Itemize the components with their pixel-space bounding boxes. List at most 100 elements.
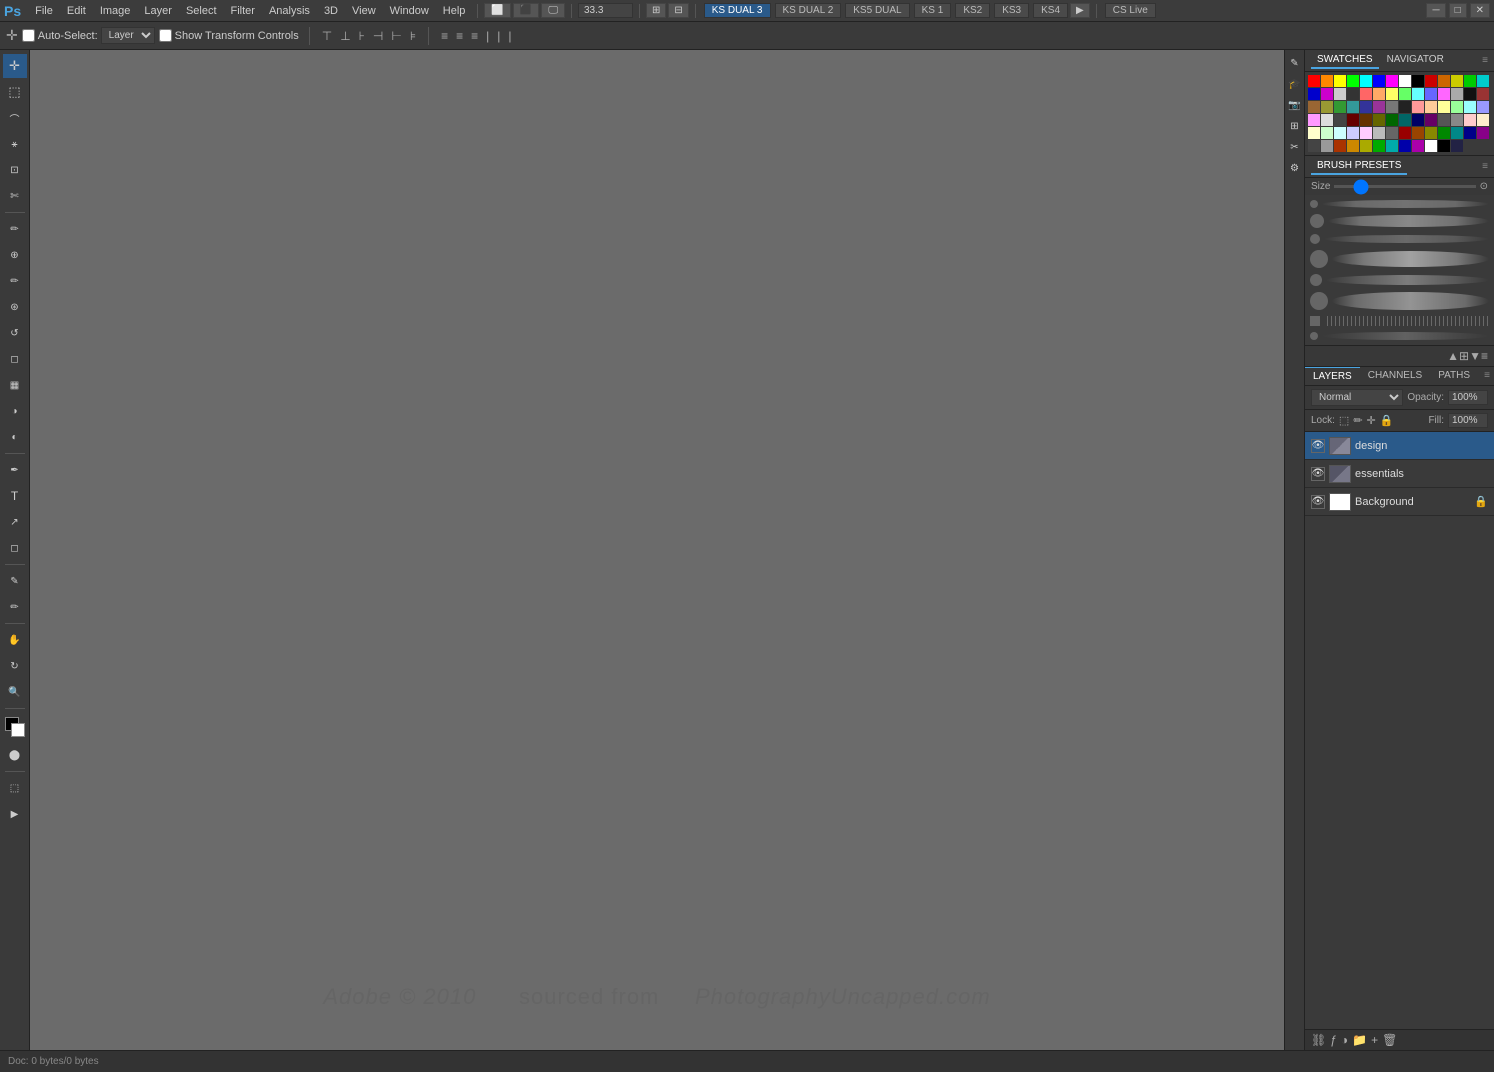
swatch-63[interactable] bbox=[1399, 127, 1411, 139]
mini-tool-1[interactable]: ✎ bbox=[1286, 54, 1304, 72]
ks-dual2-button[interactable]: KS DUAL 2 bbox=[775, 3, 842, 18]
layer-effect-button[interactable]: ƒ bbox=[1330, 1033, 1337, 1047]
swatch-19[interactable] bbox=[1373, 88, 1385, 100]
swatch-18[interactable] bbox=[1360, 88, 1372, 100]
brush-preset-2[interactable] bbox=[1308, 212, 1491, 230]
mini-tool-5[interactable]: ✂ bbox=[1286, 138, 1304, 156]
brush-preset-8[interactable] bbox=[1308, 330, 1491, 342]
menu-filter[interactable]: Filter bbox=[225, 3, 261, 19]
eyedropper-tool[interactable]: ✏ bbox=[3, 217, 27, 241]
arrange-button[interactable]: ⊞ bbox=[646, 3, 666, 18]
paths-tab[interactable]: PATHS bbox=[1430, 367, 1478, 385]
swatch-64[interactable] bbox=[1412, 127, 1424, 139]
distribute-hcenter-button[interactable]: | bbox=[495, 27, 502, 45]
quick-select-tool[interactable]: ⚹ bbox=[3, 132, 27, 156]
swatch-16[interactable] bbox=[1334, 88, 1346, 100]
swatch-67[interactable] bbox=[1451, 127, 1463, 139]
rotate-tool[interactable]: ↻ bbox=[3, 654, 27, 678]
layer-link-button[interactable]: ⛓ bbox=[1311, 1033, 1326, 1047]
menu-layer[interactable]: Layer bbox=[138, 3, 178, 19]
layer-new-button[interactable]: + bbox=[1371, 1033, 1378, 1047]
swatch-72[interactable] bbox=[1334, 140, 1346, 152]
swatch-36[interactable] bbox=[1412, 101, 1424, 113]
shape-tool[interactable]: ◻ bbox=[3, 536, 27, 560]
minimize-button[interactable]: ─ bbox=[1426, 3, 1445, 18]
slice-tool[interactable]: ✄ bbox=[3, 184, 27, 208]
opacity-input[interactable] bbox=[1448, 390, 1488, 405]
history-brush-tool[interactable]: ↺ bbox=[3, 321, 27, 345]
swatch-62[interactable] bbox=[1386, 127, 1398, 139]
swatch-25[interactable] bbox=[1451, 88, 1463, 100]
swatch-76[interactable] bbox=[1386, 140, 1398, 152]
align-top-button[interactable]: ⊤ bbox=[320, 27, 334, 45]
swatch-37[interactable] bbox=[1425, 101, 1437, 113]
eyedropper2-tool[interactable]: ✏ bbox=[3, 595, 27, 619]
mode-button-3[interactable]: 🖵 bbox=[541, 3, 565, 18]
swatch-59[interactable] bbox=[1347, 127, 1359, 139]
transform-controls-checkbox[interactable] bbox=[159, 29, 172, 42]
ks3-button[interactable]: KS3 bbox=[994, 3, 1029, 18]
brush-panel-menu[interactable]: ≡ bbox=[1481, 349, 1488, 363]
blend-mode-dropdown[interactable]: Normal bbox=[1311, 389, 1403, 406]
menu-view[interactable]: View bbox=[346, 3, 382, 19]
swatch-74[interactable] bbox=[1360, 140, 1372, 152]
swatch-48[interactable] bbox=[1386, 114, 1398, 126]
swatch-21[interactable] bbox=[1399, 88, 1411, 100]
layer-group-button[interactable]: 📁 bbox=[1352, 1033, 1367, 1047]
menu-edit[interactable]: Edit bbox=[61, 3, 92, 19]
swatch-23[interactable] bbox=[1425, 88, 1437, 100]
swatch-40[interactable] bbox=[1464, 101, 1476, 113]
brush-preset-3[interactable] bbox=[1308, 232, 1491, 246]
swatch-56[interactable] bbox=[1308, 127, 1320, 139]
swatch-79[interactable] bbox=[1425, 140, 1437, 152]
swatch-13[interactable] bbox=[1477, 75, 1489, 87]
swatch-73[interactable] bbox=[1347, 140, 1359, 152]
crop-tool[interactable]: ⊡ bbox=[3, 158, 27, 182]
layer-delete-button[interactable]: 🗑 bbox=[1382, 1033, 1397, 1047]
swatch-54[interactable] bbox=[1464, 114, 1476, 126]
swatch-43[interactable] bbox=[1321, 114, 1333, 126]
brush-tool[interactable]: ✏ bbox=[3, 269, 27, 293]
swatch-30[interactable] bbox=[1334, 101, 1346, 113]
swatch-6[interactable] bbox=[1386, 75, 1398, 87]
distribute-right-button[interactable]: | bbox=[506, 27, 513, 45]
swatch-42[interactable] bbox=[1308, 114, 1320, 126]
swatch-68[interactable] bbox=[1464, 127, 1476, 139]
auto-select-dropdown[interactable]: Layer bbox=[101, 27, 155, 44]
swatch-69[interactable] bbox=[1477, 127, 1489, 139]
distribute-left-button[interactable]: | bbox=[484, 27, 491, 45]
swatch-11[interactable] bbox=[1451, 75, 1463, 87]
swatch-32[interactable] bbox=[1360, 101, 1372, 113]
path-select-tool[interactable]: ↗ bbox=[3, 510, 27, 534]
swatch-33[interactable] bbox=[1373, 101, 1385, 113]
layer-essentials[interactable]: 👁 essentials bbox=[1305, 460, 1494, 488]
screen-mode-button[interactable]: ⬚ bbox=[3, 776, 27, 800]
menu-help[interactable]: Help bbox=[437, 3, 472, 19]
move-tool[interactable]: ✛ bbox=[3, 54, 27, 78]
grid-button[interactable]: ⊟ bbox=[668, 3, 688, 18]
swatch-66[interactable] bbox=[1438, 127, 1450, 139]
swatch-70[interactable] bbox=[1308, 140, 1320, 152]
brush-preset-1[interactable] bbox=[1308, 198, 1491, 210]
gradient-tool[interactable]: ▦ bbox=[3, 373, 27, 397]
brush-presets-tab[interactable]: BRUSH PRESETS bbox=[1311, 158, 1407, 175]
notes-tool[interactable]: ✎ bbox=[3, 569, 27, 593]
swatch-46[interactable] bbox=[1360, 114, 1372, 126]
swatch-27[interactable] bbox=[1477, 88, 1489, 100]
mini-tool-2[interactable]: 🎓 bbox=[1286, 75, 1304, 93]
swatch-5[interactable] bbox=[1373, 75, 1385, 87]
mini-tool-3[interactable]: 📷 bbox=[1286, 96, 1304, 114]
swatch-3[interactable] bbox=[1347, 75, 1359, 87]
eraser-tool[interactable]: ◻ bbox=[3, 347, 27, 371]
brush-preset-7[interactable] bbox=[1308, 314, 1491, 328]
swatch-41[interactable] bbox=[1477, 101, 1489, 113]
cs-live-button[interactable]: CS Live bbox=[1105, 3, 1156, 18]
swatch-35[interactable] bbox=[1399, 101, 1411, 113]
swatch-39[interactable] bbox=[1451, 101, 1463, 113]
lock-transparent-button[interactable]: ⬚ bbox=[1339, 414, 1349, 427]
swatch-10[interactable] bbox=[1438, 75, 1450, 87]
swatch-53[interactable] bbox=[1451, 114, 1463, 126]
mini-tool-4[interactable]: ⊞ bbox=[1286, 117, 1304, 135]
mini-tool-6[interactable]: ⚙ bbox=[1286, 159, 1304, 177]
swatch-60[interactable] bbox=[1360, 127, 1372, 139]
